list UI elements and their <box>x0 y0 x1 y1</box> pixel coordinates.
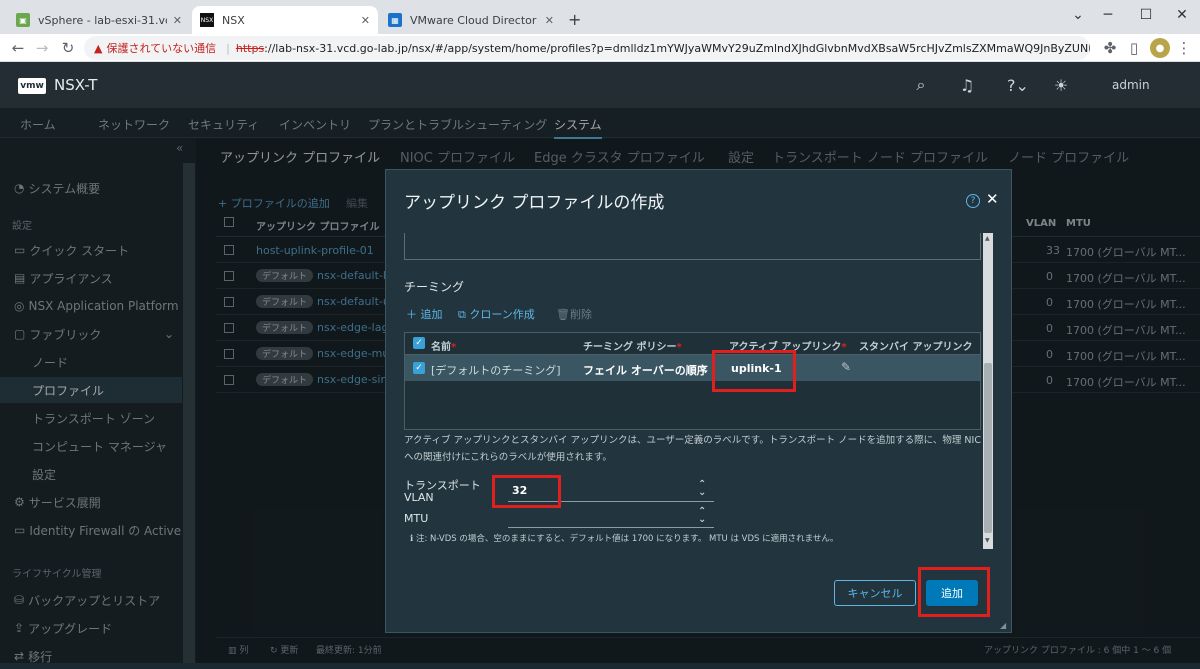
grid-select-all-checkbox[interactable]: ✓ <box>413 337 425 349</box>
teaming-policy[interactable]: フェイル オーバーの順序 <box>583 362 708 378</box>
vmware-logo: vmw <box>18 78 46 94</box>
close-tab-icon[interactable]: ✕ <box>545 14 554 27</box>
highlight-active-uplink <box>712 350 796 392</box>
minimize-button[interactable]: ─ <box>1088 0 1128 30</box>
close-icon[interactable]: ✕ <box>986 190 999 208</box>
notification-bell-icon[interactable]: ♫ <box>956 74 978 96</box>
help-icon[interactable]: ? <box>966 194 980 208</box>
warning-icon: ▲ <box>94 41 103 55</box>
highlight-transport-vlan <box>492 475 561 508</box>
transport-vlan-label: トランスポート VLAN <box>404 479 481 504</box>
extensions-icon[interactable]: ✤ <box>1100 38 1120 58</box>
theme-sun-icon[interactable]: ☀ <box>1050 74 1072 96</box>
scroll-down-icon[interactable]: ▼ <box>985 537 990 544</box>
row-checkbox[interactable]: ✓ <box>413 362 425 374</box>
teaming-help-text: アクティブ アップリンクとスタンバイ アップリンクは、ユーザー定義のラベルです。… <box>404 435 981 463</box>
plus-icon: ＋ <box>406 308 421 321</box>
teaming-grid: ✓ 名前* チーミング ポリシー* アクティブ アップリンク* スタンバイ アッ… <box>404 332 981 430</box>
cancel-button[interactable]: キャンセル <box>834 580 916 606</box>
profile-avatar[interactable]: ● <box>1150 38 1170 58</box>
browser-toolbar: ← → ↻ ▲ 保護されていない通信 | https ://lab-nsx-31… <box>0 34 1200 62</box>
back-icon[interactable]: ← <box>8 38 28 58</box>
dialog-scrollbar-track[interactable]: ▲ ▼ <box>983 233 993 549</box>
browser-tab-nsx[interactable]: NSX NSX ✕ <box>192 6 378 34</box>
browser-tab-bar: ▣ vSphere - lab-esxi-31.vcd.go-lab. ✕ NS… <box>0 0 1200 34</box>
new-tab-button[interactable]: + <box>568 10 581 29</box>
edit-pencil-icon[interactable]: ✎ <box>841 360 851 374</box>
user-menu[interactable]: admin <box>1112 78 1150 92</box>
dialog-scrollbar-thumb[interactable] <box>984 363 992 533</box>
teaming-add-button[interactable]: ＋ 追加 <box>406 306 443 322</box>
column-header-standby-uplinks[interactable]: スタンバイ アップリンク <box>859 338 972 353</box>
spinner-icon[interactable]: ⌃ ⌄ <box>698 507 706 525</box>
dialog-title: アップリンク プロファイルの作成 <box>404 193 665 213</box>
trash-icon: 🗑 <box>556 308 570 321</box>
resize-handle-icon[interactable]: ◢ <box>1000 621 1006 630</box>
reload-icon[interactable]: ↻ <box>58 38 78 58</box>
menu-icon[interactable]: ⋮ <box>1174 38 1194 58</box>
tab-title: NSX <box>222 13 245 27</box>
nsx-favicon: NSX <box>200 13 214 27</box>
teaming-name: [デフォルトのチーミング] <box>431 364 561 377</box>
sidepanel-icon[interactable]: ▯ <box>1124 38 1144 58</box>
forward-icon[interactable]: → <box>32 38 52 58</box>
tab-title: vSphere - lab-esxi-31.vcd.go-lab. <box>38 13 167 27</box>
security-warning-text: 保護されていない通信 <box>106 42 217 55</box>
description-field[interactable] <box>404 233 981 260</box>
mtu-label: MTU <box>404 512 429 525</box>
vcd-favicon: ▦ <box>388 13 402 27</box>
teaming-clone-button[interactable]: ⧉ クローン作成 <box>458 306 535 322</box>
app-header: vmw NSX-T ⌕ ♫ ?⌄ ☀ admin <box>0 62 1200 108</box>
mtu-input[interactable]: ⌃ ⌄ <box>508 506 714 528</box>
url-text: ://lab-nsx-31.vcd.go-lab.jp/nsx/#/app/sy… <box>264 41 1090 55</box>
scroll-up-icon[interactable]: ▲ <box>985 235 990 242</box>
url-scheme: https <box>235 41 265 55</box>
clone-icon: ⧉ <box>458 308 470 321</box>
close-tab-icon[interactable]: ✕ <box>173 14 182 27</box>
close-window-button[interactable]: ✕ <box>1162 0 1200 30</box>
teaming-section-label: チーミング <box>404 280 465 294</box>
tab-title: VMware Cloud Director - 外部ネ <box>410 14 539 27</box>
teaming-row[interactable]: ✓ [デフォルトのチーミング] フェイル オーバーの順序 uplink-1 ✎ <box>405 355 980 381</box>
address-bar[interactable]: ▲ 保護されていない通信 | https ://lab-nsx-31.vcd.g… <box>84 36 1090 60</box>
teaming-grid-header: ✓ 名前* チーミング ポリシー* アクティブ アップリンク* スタンバイ アッ… <box>405 333 980 355</box>
spinner-icon[interactable]: ⌃ ⌄ <box>698 480 706 498</box>
mtu-note: ℹ 注: N-VDS の場合、空のままにすると、デフォルト値は 1700 になり… <box>410 534 839 544</box>
teaming-delete-button[interactable]: 🗑削除 <box>556 306 592 322</box>
search-icon[interactable]: ⌕ <box>910 74 932 96</box>
maximize-button[interactable]: ☐ <box>1126 0 1166 30</box>
help-icon[interactable]: ?⌄ <box>1004 74 1032 96</box>
browser-tab-vsphere[interactable]: ▣ vSphere - lab-esxi-31.vcd.go-lab. ✕ <box>8 6 190 34</box>
vsphere-favicon: ▣ <box>16 13 30 27</box>
column-header-name[interactable]: 名前* <box>431 338 456 353</box>
product-name: NSX-T <box>54 76 98 94</box>
highlight-add-button <box>918 567 990 617</box>
close-tab-icon[interactable]: ✕ <box>361 14 370 27</box>
browser-tab-vcd[interactable]: ▦ VMware Cloud Director - 外部ネ ✕ <box>380 6 562 34</box>
create-uplink-profile-dialog: アップリンク プロファイルの作成 ? ✕ ▲ ▼ チーミング ＋ 追加 ⧉ クロ… <box>385 169 1012 633</box>
column-header-teaming-policy[interactable]: チーミング ポリシー* <box>583 338 682 353</box>
